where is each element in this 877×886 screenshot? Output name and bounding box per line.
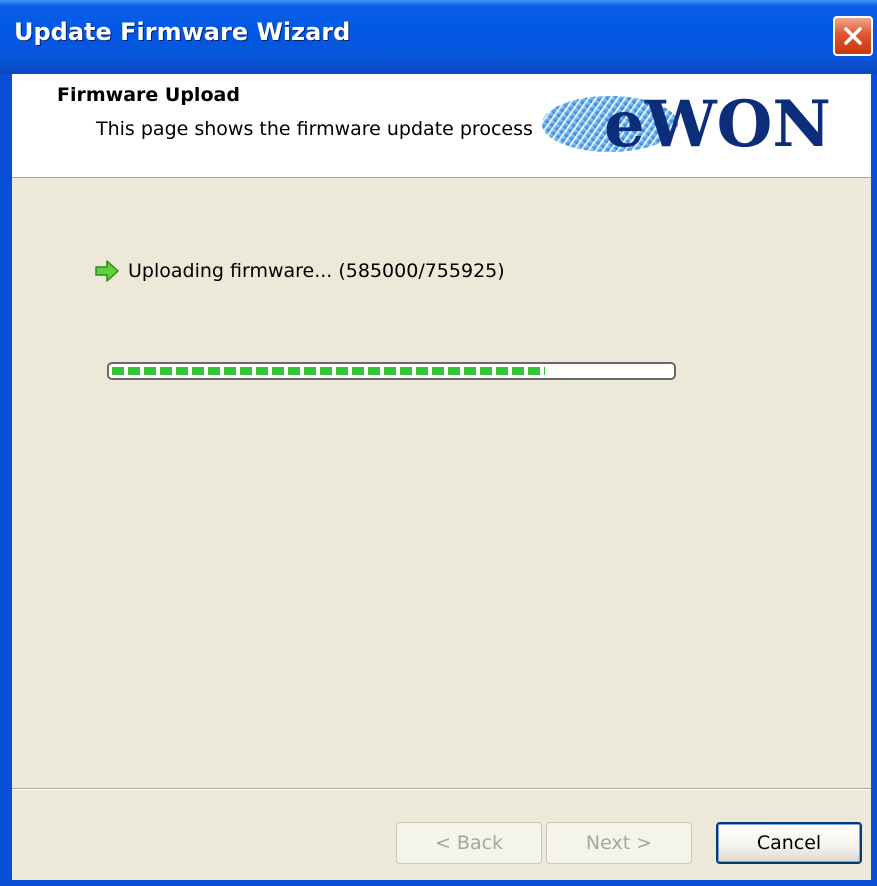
logo-text: eWON xyxy=(604,87,831,162)
wizard-window: Update Firmware Wizard Firmware Upload T… xyxy=(0,0,877,886)
window-frame-right xyxy=(871,74,877,886)
page-subtitle: This page shows the firmware update proc… xyxy=(96,118,533,140)
close-icon xyxy=(844,27,862,45)
close-button[interactable] xyxy=(833,16,873,56)
green-arrow-icon xyxy=(95,260,119,282)
upload-status: Uploading firmware... (585000/755925) xyxy=(94,256,505,286)
ewon-logo: eWON xyxy=(542,87,831,162)
wizard-header: Firmware Upload This page shows the firm… xyxy=(0,74,877,178)
upload-progress-bar xyxy=(107,362,676,380)
status-text: Uploading firmware... (585000/755925) xyxy=(128,260,505,282)
window-title: Update Firmware Wizard xyxy=(14,18,351,46)
window-frame-left xyxy=(0,74,12,886)
cancel-button[interactable]: Cancel xyxy=(716,822,862,864)
next-button[interactable]: Next > xyxy=(546,822,692,864)
page-title: Firmware Upload xyxy=(57,84,240,106)
title-bar[interactable]: Update Firmware Wizard xyxy=(0,0,877,74)
window-frame-bottom xyxy=(0,880,877,886)
progress-fill xyxy=(112,367,545,375)
separator xyxy=(12,788,871,790)
back-button[interactable]: < Back xyxy=(396,822,542,864)
